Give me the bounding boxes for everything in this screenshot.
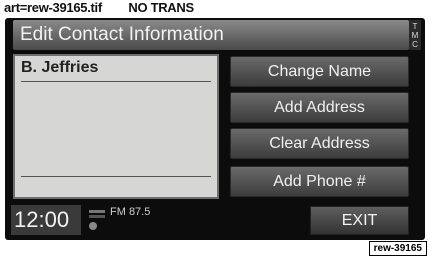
page-title: Edit Contact Information — [20, 24, 224, 45]
add-address-button[interactable]: Add Address — [230, 92, 409, 123]
contact-name-entry[interactable]: B. Jeffries — [21, 59, 98, 77]
art-caption: art=rew-39165.tif NO TRANS — [4, 0, 194, 15]
tuner-readout: FM 87.5 — [110, 206, 151, 218]
radio-signal-icon — [87, 207, 107, 236]
clock-display: 12:00 — [11, 205, 81, 235]
title-bar: Edit Contact Information T M C — [13, 20, 421, 50]
list-divider — [21, 176, 211, 177]
list-divider — [21, 81, 211, 82]
tmc-letter-t: T — [412, 22, 418, 31]
contact-list-panel: B. Jeffries — [13, 54, 219, 199]
clear-address-button[interactable]: Clear Address — [230, 128, 409, 159]
status-bar: 12:00 FM 87.5 EXIT — [5, 204, 425, 240]
reference-code: rew-39165 — [368, 241, 427, 256]
tmc-letter-m: M — [411, 31, 419, 40]
add-phone-button[interactable]: Add Phone # — [230, 166, 409, 197]
head-unit-screen: Edit Contact Information T M C B. Jeffri… — [5, 18, 425, 240]
tmc-letter-c: C — [412, 40, 418, 49]
tmc-indicator: T M C — [409, 20, 421, 50]
exit-button[interactable]: EXIT — [310, 206, 409, 235]
change-name-button[interactable]: Change Name — [230, 56, 409, 87]
